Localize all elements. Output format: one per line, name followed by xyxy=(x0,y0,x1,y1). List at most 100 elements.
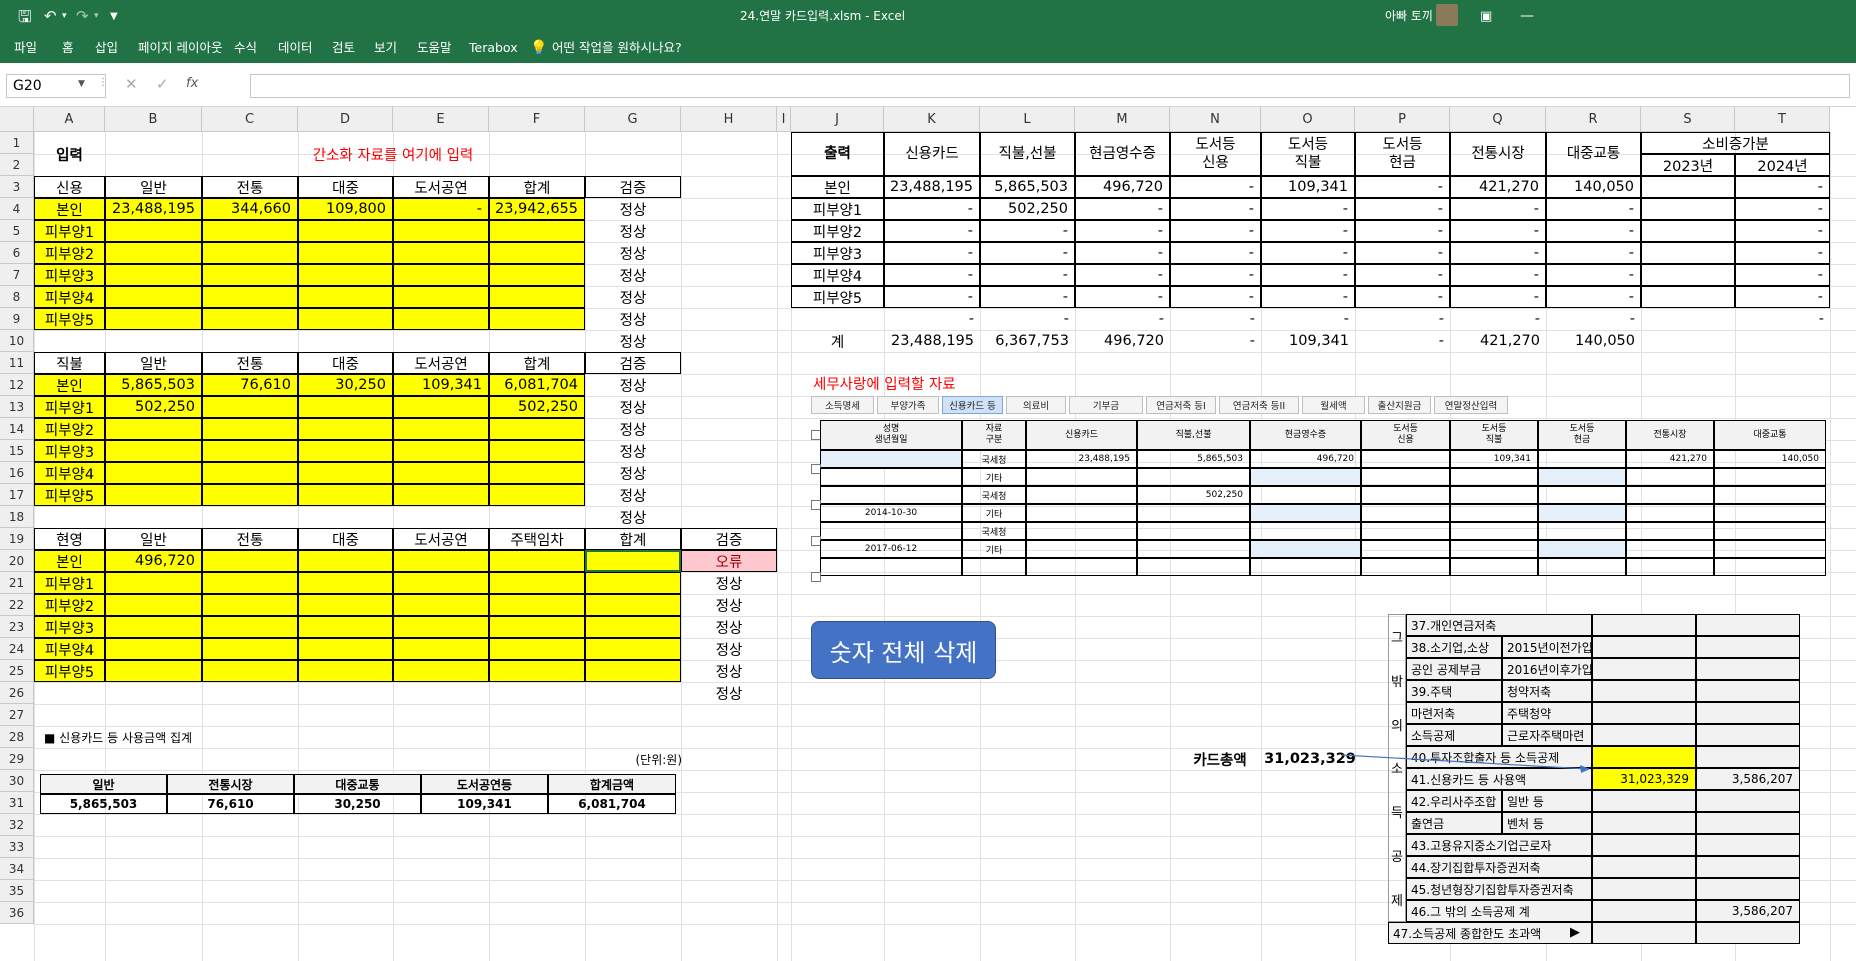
table-header[interactable]: 직불 xyxy=(34,352,105,374)
tax-header[interactable]: 현금영수증 xyxy=(1250,420,1361,450)
summary-header[interactable]: 합계금액 xyxy=(548,774,676,794)
check-cell[interactable]: 정상 xyxy=(585,506,681,528)
output-cell[interactable]: - xyxy=(1261,220,1355,242)
tax-header[interactable]: 도서등 직불 xyxy=(1450,420,1538,450)
tax-cell[interactable] xyxy=(1626,558,1714,576)
output-cell[interactable]: - xyxy=(1355,220,1450,242)
input-cell[interactable] xyxy=(489,286,585,308)
output-cell[interactable]: - xyxy=(1735,242,1830,264)
deduction-value[interactable] xyxy=(1592,702,1696,724)
worksheet-grid[interactable]: A B C D E F G H I J K L M N O P Q R S T 1 2 3 4 5 6 7 8 9 10 11 12 13 14 1… xyxy=(0,107,1856,961)
input-cell[interactable]: 109,341 xyxy=(393,374,489,396)
deduction-label[interactable]: 42.우리사주조합 xyxy=(1406,790,1502,812)
input-cell[interactable] xyxy=(393,572,489,594)
output-cell[interactable]: - xyxy=(1170,176,1261,198)
tax-cell[interactable] xyxy=(1026,558,1137,576)
table-header[interactable]: 검증 xyxy=(585,176,681,198)
deduction-amount[interactable]: 3,586,207 xyxy=(1696,900,1800,922)
tax-cell[interactable]: 140,050 xyxy=(1714,450,1826,468)
deduction-sublabel[interactable]: 청약저축 xyxy=(1502,680,1592,702)
input-cell[interactable] xyxy=(393,264,489,286)
deduction-value[interactable] xyxy=(1592,834,1696,856)
deduction-value[interactable] xyxy=(1592,812,1696,834)
input-cell[interactable]: 피부양3 xyxy=(34,616,105,638)
deduction-sublabel[interactable]: 2016년이후가입 xyxy=(1502,658,1592,680)
output-cell[interactable] xyxy=(1735,330,1830,352)
input-cell[interactable] xyxy=(585,594,681,616)
deduction-label[interactable]: 마련저축 xyxy=(1406,702,1502,724)
input-cell[interactable] xyxy=(105,616,202,638)
output-cell[interactable]: 140,050 xyxy=(1546,176,1641,198)
row-header-36[interactable]: 36 xyxy=(0,902,34,924)
check-cell[interactable]: 정상 xyxy=(681,616,777,638)
tax-cell[interactable] xyxy=(1026,522,1137,540)
table-header[interactable]: 합계 xyxy=(489,176,585,198)
tax-header[interactable]: 대중교통 xyxy=(1714,420,1826,450)
tax-cell[interactable] xyxy=(1626,468,1714,486)
tax-cell[interactable]: 2014-10-30 xyxy=(820,504,962,522)
output-cell[interactable]: - xyxy=(1261,308,1355,330)
input-cell[interactable]: 피부양2 xyxy=(34,594,105,616)
output-cell[interactable]: - xyxy=(884,286,980,308)
row-header-19[interactable]: 19 xyxy=(0,528,34,550)
table-header[interactable]: 도서공연 xyxy=(393,176,489,198)
tax-cell[interactable] xyxy=(1714,468,1826,486)
column-header-K[interactable]: K xyxy=(884,107,980,132)
input-cell[interactable]: 344,660 xyxy=(202,198,298,220)
input-cell[interactable] xyxy=(393,594,489,616)
input-cell[interactable] xyxy=(298,418,393,440)
input-cell[interactable] xyxy=(393,308,489,330)
input-cell[interactable] xyxy=(202,660,298,682)
row-header-24[interactable]: 24 xyxy=(0,638,34,660)
deduction-sublabel[interactable]: 근로자주택마련 xyxy=(1502,724,1592,746)
input-cell[interactable]: 본인 xyxy=(34,550,105,572)
output-cell[interactable]: 421,270 xyxy=(1450,176,1546,198)
input-cell[interactable]: 본인 xyxy=(34,198,105,220)
row-header-12[interactable]: 12 xyxy=(0,374,34,396)
tax-cell[interactable] xyxy=(1626,540,1714,558)
input-cell[interactable] xyxy=(393,462,489,484)
tax-cell[interactable] xyxy=(1250,558,1361,576)
tax-cell[interactable]: 기타 xyxy=(962,540,1026,558)
avatar[interactable] xyxy=(1436,4,1458,26)
output-cell[interactable]: 피부양4 xyxy=(791,264,884,286)
input-cell[interactable] xyxy=(105,660,202,682)
output-cell[interactable]: - xyxy=(1735,176,1830,198)
input-cell[interactable] xyxy=(393,220,489,242)
row-header-30[interactable]: 30 xyxy=(0,770,34,792)
check-cell[interactable]: 정상 xyxy=(585,264,681,286)
tab-home[interactable]: 홈 xyxy=(62,33,74,63)
summary-header[interactable]: 대중교통 xyxy=(294,774,421,794)
input-cell[interactable] xyxy=(298,264,393,286)
deduction-value[interactable] xyxy=(1592,746,1696,768)
output-cell[interactable]: - xyxy=(1261,198,1355,220)
check-cell[interactable]: 정상 xyxy=(681,682,777,704)
input-cell[interactable]: 피부양1 xyxy=(34,220,105,242)
input-cell[interactable]: 76,610 xyxy=(202,374,298,396)
output-cell[interactable]: - xyxy=(1355,330,1450,352)
output-cell[interactable]: 109,341 xyxy=(1261,176,1355,198)
deduction-value[interactable] xyxy=(1592,878,1696,900)
output-cell[interactable]: - xyxy=(1355,286,1450,308)
row-header-7[interactable]: 7 xyxy=(0,264,34,286)
tax-tab-2[interactable]: 신용카드 등 xyxy=(942,396,1003,414)
output-cell[interactable]: 23,488,195 xyxy=(884,330,980,352)
input-cell[interactable]: 피부양2 xyxy=(34,242,105,264)
deduction-value[interactable]: 31,023,329 xyxy=(1592,768,1696,790)
row-header-22[interactable]: 22 xyxy=(0,594,34,616)
input-cell[interactable]: 피부양2 xyxy=(34,418,105,440)
output-cell[interactable]: - xyxy=(1735,220,1830,242)
output-cell[interactable]: 피부양2 xyxy=(791,220,884,242)
column-header-L[interactable]: L xyxy=(980,107,1075,132)
input-cell[interactable] xyxy=(298,440,393,462)
input-cell[interactable] xyxy=(298,660,393,682)
tax-cell[interactable]: 국세청 xyxy=(962,522,1026,540)
output-cell[interactable]: - xyxy=(1546,220,1641,242)
tab-file[interactable]: 파일 xyxy=(14,33,37,63)
tax-cell[interactable] xyxy=(1026,468,1137,486)
undo-icon[interactable]: ↶ xyxy=(44,0,57,33)
deduction-sublabel[interactable]: 일반 등 xyxy=(1502,790,1592,812)
tab-review[interactable]: 검토 xyxy=(332,33,355,63)
tax-cell[interactable] xyxy=(1538,540,1626,558)
deduction-label[interactable]: 출연금 xyxy=(1406,812,1502,834)
